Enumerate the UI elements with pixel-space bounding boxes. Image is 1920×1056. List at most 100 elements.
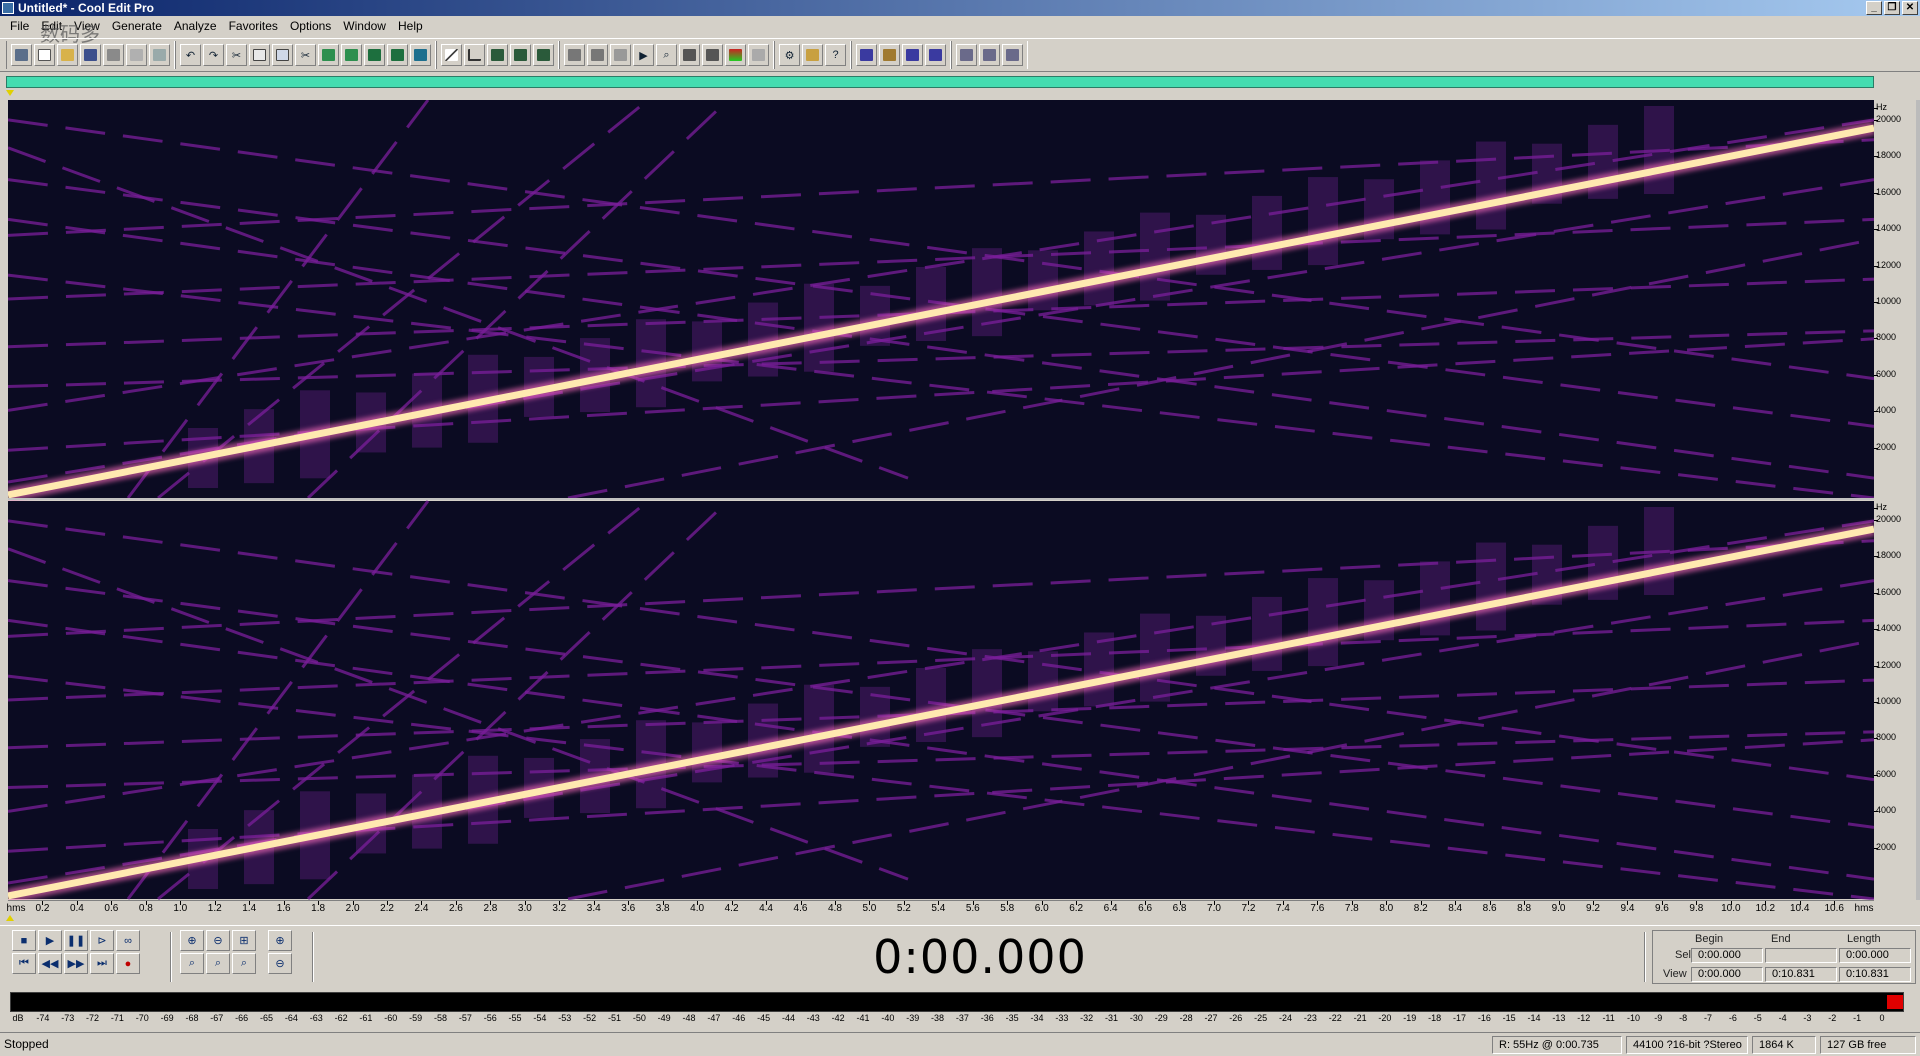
zoom-right-button[interactable]: ⌕ [206,953,230,974]
redo-button[interactable]: ↷ [203,44,224,66]
cut-button[interactable]: ✂ [295,44,316,66]
effect-3-button[interactable] [902,44,923,66]
paste-button[interactable] [318,44,339,66]
paste-new-button[interactable] [341,44,362,66]
view-length-field[interactable]: 0:10.831 [1839,967,1911,982]
tracks-button[interactable] [533,44,554,66]
spectral-view[interactable] [8,100,1874,900]
close-button[interactable]: ✕ [1902,1,1918,15]
view-zoom-button[interactable]: ⌕ [656,44,677,66]
playhead-marker-top[interactable] [6,90,14,96]
menu-analyze[interactable]: Analyze [168,17,223,36]
meter-label: -35 [1005,1013,1019,1023]
scrub-button[interactable] [464,44,485,66]
view-status-button[interactable] [748,44,769,66]
go-to-start-button[interactable]: ⏮ [12,953,36,974]
cut-tool-button[interactable]: ✂ [226,44,247,66]
effect-4-button[interactable] [925,44,946,66]
settings-button[interactable]: ⚙ [779,44,800,66]
grid-button[interactable] [510,44,531,66]
ruler-label: 8.0 [1379,903,1394,914]
view-spectral-button[interactable] [587,44,608,66]
playhead-marker-bottom[interactable] [6,915,14,921]
restore-button[interactable]: ❐ [1884,1,1900,15]
hz-tick-label: 12000 [1873,259,1902,270]
meter-label: -40 [881,1013,895,1023]
snap-button[interactable] [410,44,431,66]
hz-tick-label: 4000 [1873,405,1897,416]
view-cue-button[interactable] [610,44,631,66]
ruler-label: 8.2 [1413,903,1428,914]
analysis-1-button[interactable] [956,44,977,66]
zoom-in-button[interactable]: ⊕ [180,930,204,951]
view-format-button[interactable] [679,44,700,66]
peak-indicator[interactable] [1887,995,1903,1009]
menu-window[interactable]: Window [337,17,392,36]
help-button[interactable]: ? [825,44,846,66]
ruler-label: 1.4 [242,903,257,914]
level-meter[interactable] [10,992,1904,1012]
effect-1-button[interactable] [856,44,877,66]
rewind-button[interactable]: ◀◀ [38,953,62,974]
fast-forward-button[interactable]: ▶▶ [64,953,88,974]
menu-favorites[interactable]: Favorites [223,17,284,36]
zoom-full-button[interactable]: ⊞ [232,930,256,951]
new-file-button[interactable] [34,44,55,66]
open-file-button[interactable] [57,44,78,66]
pause-button[interactable]: ❚❚ [64,930,88,951]
envelope-icon [445,49,458,61]
channel-right [8,499,1874,900]
zoom-selection-button[interactable]: ⌕ [232,953,256,974]
menu-help[interactable]: Help [392,17,429,36]
play-to-end-button[interactable]: ⊳ [90,930,114,951]
copy-button[interactable] [249,44,270,66]
close-file-button[interactable] [126,44,147,66]
record-button[interactable]: ● [116,953,140,974]
title-bar[interactable]: Untitled* - Cool Edit Pro _ ❐ ✕ [0,0,1920,16]
view-level-button[interactable] [725,44,746,66]
effect-2-button[interactable] [879,44,900,66]
sel-row-label: Sel [1675,949,1691,961]
zoom-vertical-in-button[interactable]: ⊕ [268,930,292,951]
vertical-scrollbar[interactable] [1916,100,1920,900]
sel-begin-field[interactable]: 0:00.000 [1691,948,1763,963]
sel-end-field[interactable] [1765,948,1837,963]
view-end-field[interactable]: 0:10.831 [1765,967,1837,982]
go-to-end-button[interactable]: ⏭ [90,953,114,974]
mix-paste-button[interactable] [364,44,385,66]
view-begin-field[interactable]: 0:00.000 [1691,967,1763,982]
file-info-button[interactable] [149,44,170,66]
analysis-3-button[interactable] [1002,44,1023,66]
spectral-button[interactable] [487,44,508,66]
hz-unit-label: Hz [1874,502,1887,512]
question-icon: ? [832,49,839,61]
envelope-button[interactable] [441,44,462,66]
loop-button[interactable]: ∞ [116,930,140,951]
copy-new-button[interactable] [272,44,293,66]
time-ruler[interactable]: hms 0.2 0.4 0.6 0.8 1.0 1.2 1.4 1.6 1.8 2.0 2.2 2.4 2… [7,900,1874,916]
sel-length-field[interactable]: 0:00.000 [1839,948,1911,963]
analysis-2-button[interactable] [979,44,1000,66]
stop-button[interactable]: ■ [12,930,36,951]
multitrack-button[interactable] [103,44,124,66]
minimize-button[interactable]: _ [1866,1,1882,15]
trim-button[interactable] [387,44,408,66]
undo-button[interactable]: ↶ [180,44,201,66]
zoom-vertical-out-button[interactable]: ⊖ [268,953,292,974]
zoom-out-button[interactable]: ⊖ [206,930,230,951]
zoom-left-button[interactable]: ⌕ [180,953,204,974]
meter-label: -55 [508,1013,522,1023]
play-button[interactable]: ▶ [38,930,62,951]
save-file-button[interactable] [80,44,101,66]
spectrogram-canvas[interactable] [8,100,1874,900]
ruler-label: 3.2 [552,903,567,914]
view-play-button[interactable]: ▶ [633,44,654,66]
overview-bar[interactable] [6,76,1874,88]
toggle-view-button[interactable] [11,44,32,66]
menu-options[interactable]: Options [284,17,337,36]
view-time-button[interactable] [702,44,723,66]
menu-file[interactable]: File [4,17,35,36]
scripts-button[interactable] [802,44,823,66]
view-waveform-button[interactable] [564,44,585,66]
